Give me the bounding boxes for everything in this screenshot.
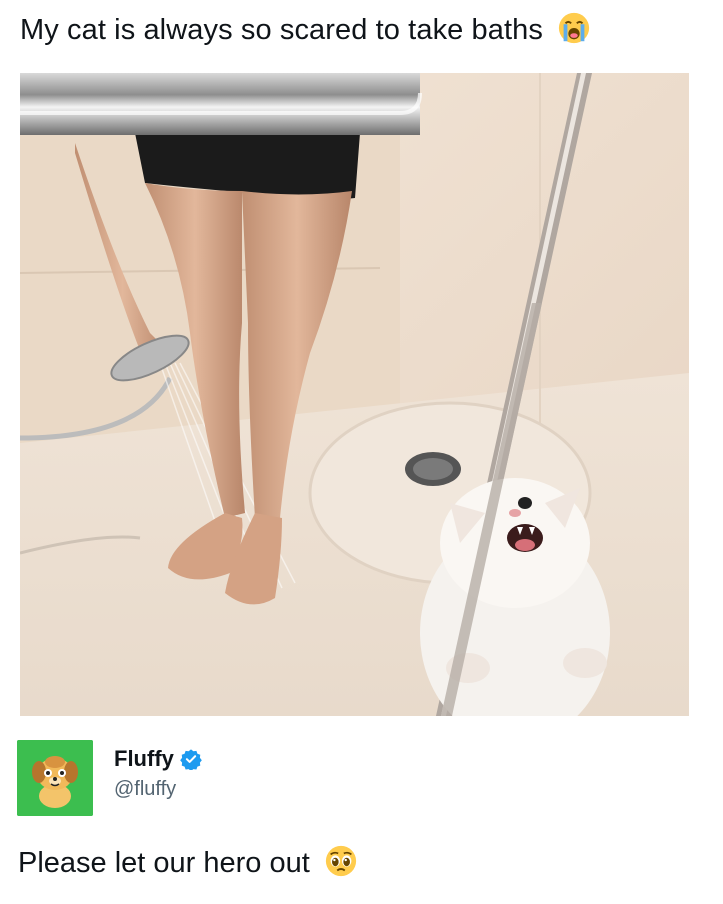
cat bbox=[420, 478, 610, 716]
pleading-face-icon bbox=[325, 846, 356, 877]
shower-scene-image bbox=[20, 73, 689, 716]
loudly-crying-face-icon bbox=[559, 13, 590, 44]
verified-badge-icon bbox=[180, 749, 202, 770]
display-name[interactable]: Fluffy bbox=[114, 746, 174, 772]
post-caption: My cat is always so scared to take baths bbox=[20, 10, 591, 50]
post-caption-text: My cat is always so scared to take baths bbox=[20, 14, 543, 46]
account-handle[interactable]: @fluffy bbox=[114, 778, 176, 801]
post-body-text: Please let our hero out bbox=[18, 847, 310, 879]
quoted-account-card[interactable]: Fluffy @fluffy bbox=[17, 740, 697, 820]
account-name-row[interactable]: Fluffy bbox=[114, 744, 202, 774]
post-body: Please let our hero out bbox=[18, 843, 358, 883]
dog-cartoon-avatar-icon bbox=[17, 740, 93, 816]
cat-shower-photo[interactable] bbox=[20, 73, 689, 716]
avatar[interactable] bbox=[17, 740, 93, 816]
